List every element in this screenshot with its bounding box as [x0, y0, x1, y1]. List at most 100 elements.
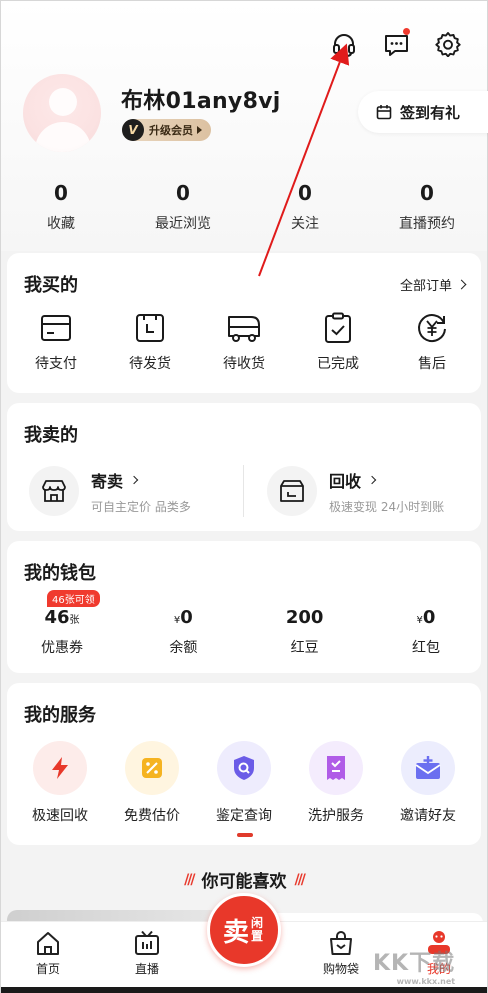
settings-button[interactable] — [434, 30, 462, 58]
receipt-icon — [327, 756, 345, 780]
order-pending-receipt[interactable]: 待收货 — [204, 311, 284, 373]
recycle-entry[interactable]: 回收 极速变现 24小时到账 — [267, 466, 444, 516]
username[interactable]: 布林01any8vj — [121, 83, 281, 115]
service-authentication[interactable]: 鉴定查询 — [199, 741, 289, 825]
recycle-title: 回收 — [329, 471, 362, 491]
home-icon — [37, 932, 59, 955]
consignment-title: 寄卖 — [91, 471, 124, 491]
consignment-subtitle: 可自主定价 品类多 — [91, 499, 191, 514]
stat-value: 0 — [54, 181, 68, 205]
vip-upgrade-label: 升级会员 — [149, 124, 193, 137]
order-pending-shipment[interactable]: 待发货 — [110, 311, 190, 373]
stats-row: 0 收藏 0 最近浏览 0 关注 0 直播预约 — [1, 181, 487, 233]
recommend-title: 你可能喜欢 — [201, 872, 287, 892]
stat-label: 直播预约 — [399, 216, 455, 232]
order-label: 待收货 — [223, 356, 265, 372]
order-after-sales[interactable]: 售后 — [392, 311, 472, 373]
service-invite-friends[interactable]: 邀请好友 — [383, 741, 473, 825]
stat-label: 收藏 — [47, 216, 75, 232]
service-label: 鉴定查询 — [216, 808, 272, 824]
chevron-right-icon — [367, 475, 377, 484]
all-orders-label: 全部订单 — [399, 279, 452, 294]
decor-slashes-icon: /// — [294, 871, 306, 888]
all-orders-link[interactable]: 全部订单 — [399, 275, 467, 294]
wallet-red-packets[interactable]: ¥0 红包 — [385, 607, 467, 657]
service-label: 邀请好友 — [400, 808, 456, 824]
tv-icon — [135, 930, 159, 955]
consignment-entry[interactable]: 寄卖 可自主定价 品类多 — [29, 466, 191, 516]
stat-value: 0 — [420, 181, 434, 205]
wallet-red-beans[interactable]: 200 红豆 — [264, 607, 346, 657]
signin-reward-button[interactable]: 签到有礼 — [358, 91, 488, 133]
service-free-estimate[interactable]: 免费估价 — [107, 741, 197, 825]
stat-recent[interactable]: 0 最近浏览 — [143, 181, 223, 233]
vip-upgrade-badge[interactable]: V 升级会员 — [122, 119, 211, 141]
watermark-text: KK下载 — [373, 951, 456, 976]
shield-search-icon — [234, 756, 254, 780]
unread-dot — [403, 28, 410, 35]
clipboard-check-icon — [325, 312, 351, 343]
card-title: 我的钱包 — [24, 563, 96, 584]
wallet-balance[interactable]: ¥0 余额 — [142, 607, 224, 657]
headset-icon — [333, 34, 355, 57]
service-fast-recycle[interactable]: 极速回收 — [15, 741, 105, 825]
stat-favorites[interactable]: 0 收藏 — [21, 181, 101, 233]
stat-label: 最近浏览 — [155, 216, 211, 232]
bag-icon — [330, 931, 352, 955]
stat-value: 0 — [298, 181, 312, 205]
tab-label: 直播 — [134, 962, 159, 976]
recycle-subtitle: 极速变现 24小时到账 — [329, 499, 445, 514]
sell-idle-button[interactable]: 卖 闲置 — [207, 893, 281, 967]
package-clock-icon — [136, 314, 164, 342]
percent-tag-icon — [142, 758, 162, 778]
tab-live[interactable]: 直播 — [112, 930, 182, 977]
page-indicator — [237, 833, 253, 837]
avatar[interactable] — [23, 74, 101, 152]
wallet-value: 46 — [44, 607, 70, 628]
service-label: 免费估价 — [124, 808, 180, 824]
messages-button[interactable] — [382, 28, 412, 60]
stat-live-reservations[interactable]: 0 直播预约 — [387, 181, 467, 233]
chevron-right-icon — [129, 475, 139, 484]
wallet-label: 优惠券 — [41, 640, 83, 656]
card-title: 我的服务 — [24, 705, 96, 726]
stat-label: 关注 — [291, 216, 319, 232]
tab-home[interactable]: 首页 — [13, 930, 83, 977]
invite-mail-icon — [415, 756, 441, 779]
divider — [243, 465, 244, 517]
customer-service-button[interactable] — [330, 31, 358, 59]
decor-slashes-icon: /// — [184, 871, 195, 888]
stat-value: 0 — [176, 181, 190, 205]
order-label: 已完成 — [317, 356, 359, 372]
box-icon — [280, 480, 304, 502]
wallet-coupons[interactable]: 46张可领 46张 优惠券 — [21, 590, 103, 657]
my-wallet-card: 我的钱包 46张可领 46张 优惠券 ¥0 余额 200 红豆 ¥0 红包 — [7, 541, 481, 673]
order-pending-payment[interactable]: 待支付 — [16, 311, 96, 373]
wallet-value: 0 — [422, 607, 436, 628]
order-completed[interactable]: 已完成 — [298, 311, 378, 373]
coupon-claim-badge[interactable]: 46张可领 — [47, 590, 100, 607]
order-label: 待发货 — [129, 356, 171, 372]
card-title: 我买的 — [24, 275, 78, 296]
calendar-icon — [376, 105, 392, 120]
wallet-label: 红包 — [411, 640, 440, 656]
sell-fab-small-text: 闲置 — [251, 916, 264, 943]
watermark: KK下载 www.kkx.net — [373, 945, 455, 986]
shop-icon — [42, 480, 66, 502]
tab-label: 购物袋 — [322, 962, 359, 976]
wallet-unit: 张 — [69, 615, 80, 626]
tab-shopping-bag[interactable]: 购物袋 — [306, 930, 376, 977]
chevron-right-icon — [456, 279, 467, 290]
order-label: 售后 — [418, 356, 446, 372]
watermark-sub: www.kkx.net — [396, 977, 456, 986]
my-sales-card: 我卖的 寄卖 可自主定价 品类多 回收 极速变现 24小时到账 — [7, 403, 481, 531]
gear-icon — [435, 32, 461, 57]
lightning-icon — [52, 757, 68, 779]
wallet-value: 200 — [285, 607, 324, 628]
card-title: 我卖的 — [24, 425, 78, 446]
tab-label: 首页 — [35, 962, 60, 976]
service-care[interactable]: 洗护服务 — [291, 741, 381, 825]
stat-following[interactable]: 0 关注 — [265, 181, 345, 233]
my-services-card: 我的服务 极速回收 免费估价 鉴定查询 洗护服务 邀请好友 — [7, 683, 481, 845]
sell-fab-big-text: 卖 — [222, 917, 249, 948]
